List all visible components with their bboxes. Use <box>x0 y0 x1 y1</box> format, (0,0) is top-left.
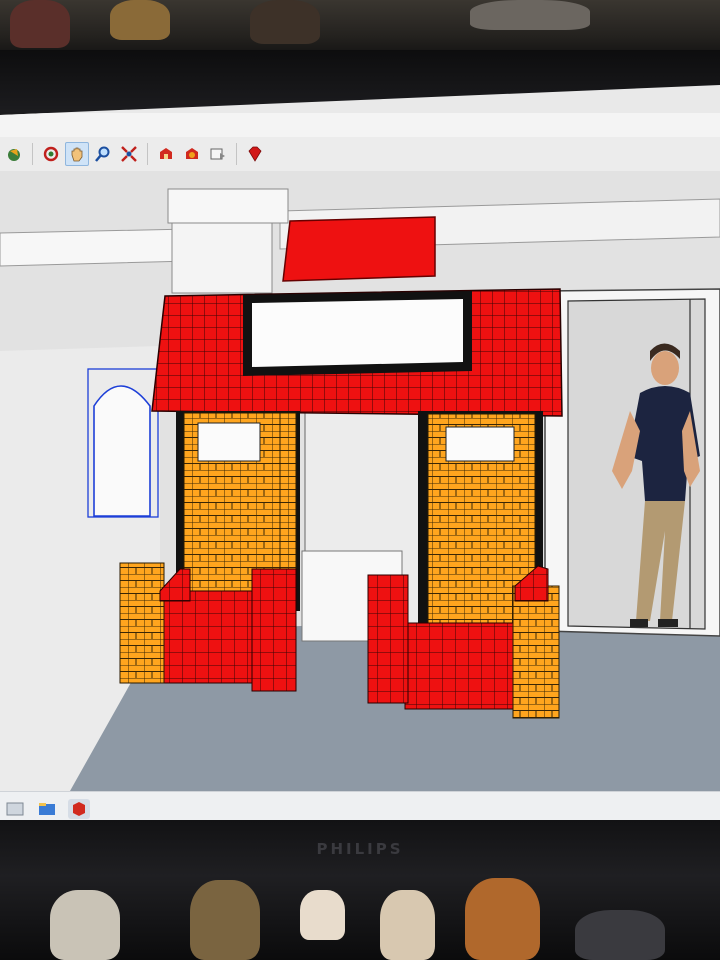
sketchup-taskbar-button[interactable] <box>68 799 90 819</box>
monitor-screen <box>0 85 720 825</box>
right-base-post-orange <box>512 585 560 719</box>
select-tool-button[interactable] <box>2 142 26 166</box>
monitor-brand-logo: PHILIPS <box>316 840 404 858</box>
pan-tool-button[interactable] <box>65 142 89 166</box>
select-tool-icon <box>8 149 20 161</box>
figurine <box>575 910 665 960</box>
zoom-extents-tool-icon <box>121 146 137 162</box>
explorer-button[interactable] <box>36 799 58 819</box>
figurine <box>190 880 260 960</box>
left-base-wall <box>159 590 253 684</box>
ruby-console-button[interactable] <box>243 142 267 166</box>
ruby-console-icon <box>248 146 262 162</box>
figurine <box>465 878 540 960</box>
orbit-tool-icon <box>43 146 59 162</box>
sketchup-model-scene <box>0 171 720 791</box>
figurine <box>470 0 590 30</box>
toolbar-separator <box>147 143 148 165</box>
left-base-post-red <box>251 568 297 692</box>
figurine <box>250 0 320 44</box>
sketchup-taskbar-icon <box>73 802 85 816</box>
model-viewport[interactable] <box>0 171 720 791</box>
figurine <box>110 0 170 40</box>
figurine <box>10 0 70 48</box>
left-base-post-orange <box>119 562 165 684</box>
zoom-tool-button[interactable] <box>91 142 115 166</box>
send-to-layout-button[interactable] <box>206 142 230 166</box>
right-base-post-red <box>367 574 409 704</box>
send-to-layout-icon <box>210 148 225 160</box>
right-pillar-window <box>445 426 515 462</box>
left-pillar-window <box>197 422 261 462</box>
roof-sign-board <box>252 299 463 367</box>
desktop-shortcut-button[interactable] <box>4 799 26 819</box>
zoom-tool-icon <box>95 146 110 162</box>
toolbar-separator <box>236 143 237 165</box>
toolbar-separator <box>32 143 33 165</box>
orbit-tool-button[interactable] <box>39 142 63 166</box>
zoom-extents-tool-button[interactable] <box>117 142 141 166</box>
top-red-sign <box>282 216 436 282</box>
arched-window <box>93 385 151 517</box>
ceiling-beam <box>0 228 191 267</box>
3d-warehouse-icon <box>160 148 172 159</box>
window-title-strip <box>0 113 720 139</box>
desktop-shortcut-icon <box>6 802 24 816</box>
chimney-box <box>167 188 289 224</box>
pan-tool-icon <box>71 147 83 162</box>
extension-warehouse-icon <box>186 148 198 159</box>
explorer-icon <box>39 803 55 815</box>
right-base-wall <box>404 622 516 710</box>
chimney-column <box>171 222 273 294</box>
extension-warehouse-button[interactable] <box>180 142 204 166</box>
3d-warehouse-button[interactable] <box>154 142 178 166</box>
figurine <box>380 890 435 960</box>
large-tool-set-toolbar <box>0 137 720 172</box>
figurine <box>50 890 120 960</box>
figurine <box>300 890 345 940</box>
